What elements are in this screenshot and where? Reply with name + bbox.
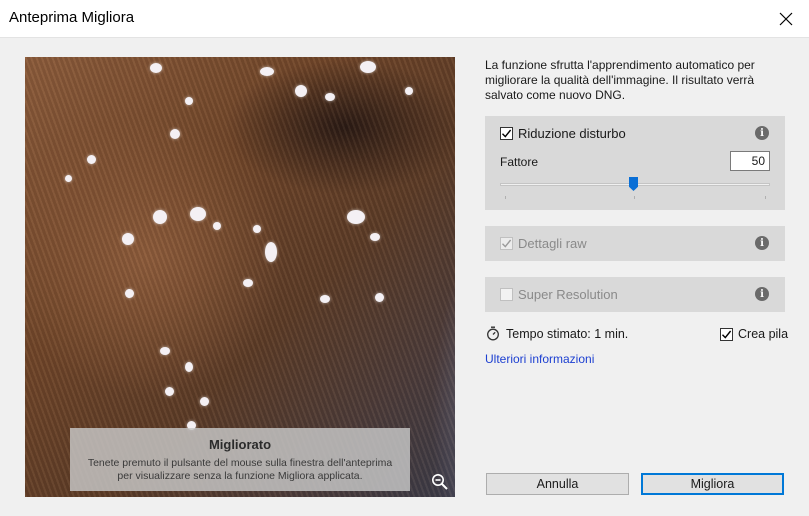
snowflake: [125, 289, 134, 298]
snowflake: [360, 61, 376, 73]
snowflake: [320, 295, 330, 303]
create-stack-label: Crea pila: [738, 327, 789, 341]
snowflake: [150, 63, 162, 73]
info-icon[interactable]: i: [755, 236, 769, 250]
info-icon[interactable]: i: [755, 287, 769, 301]
factor-input[interactable]: 50: [730, 151, 770, 171]
snowflake: [160, 347, 170, 355]
title-bar: Anteprima Migliora: [0, 0, 809, 38]
raw-details-panel: Dettagli raw i: [485, 226, 785, 261]
overlay-hint-line-1: Tenete premuto il pulsante del mouse sul…: [87, 457, 393, 469]
overlay-title: Migliorato: [208, 437, 272, 452]
snowflake: [253, 225, 261, 233]
snowflake: [153, 210, 167, 224]
zoom-out-icon: [432, 474, 448, 490]
snowflake: [200, 397, 209, 406]
super-resolution-checkbox[interactable]: [500, 288, 513, 301]
raw-details-checkbox: [500, 237, 513, 250]
snowflake: [260, 67, 274, 76]
raw-details-label: Dettagli raw: [518, 236, 587, 251]
raw-details-checkbox-row: Dettagli raw: [500, 236, 587, 251]
enhanced-overlay: Migliorato Tenete premuto il pulsante de…: [70, 428, 410, 491]
noise-reduction-checkbox[interactable]: [500, 127, 513, 140]
super-resolution-label: Super Resolution: [518, 287, 618, 302]
estimated-time: Tempo stimato: 1 min.: [486, 326, 628, 341]
stopwatch-icon: [487, 326, 499, 341]
factor-slider-thumb[interactable]: [629, 177, 638, 191]
snowflake: [190, 207, 206, 221]
zoom-out-button[interactable]: [431, 473, 449, 491]
noise-reduction-label: Riduzione disturbo: [518, 126, 626, 141]
snowflake: [87, 155, 96, 164]
snowflake: [213, 222, 221, 230]
snowflake: [347, 210, 365, 224]
slider-tick: [634, 196, 635, 199]
snowflake: [170, 129, 180, 139]
noise-reduction-checkbox-row[interactable]: Riduzione disturbo: [500, 126, 626, 141]
checkmark-icon: [722, 330, 732, 339]
checkmark-icon: [502, 239, 512, 248]
enhance-button[interactable]: Migliora: [641, 473, 784, 495]
checkmark-icon: [502, 129, 512, 138]
snowflake: [405, 87, 413, 95]
close-button[interactable]: [763, 0, 809, 37]
estimated-time-label: Tempo stimato: 1 min.: [506, 326, 629, 341]
more-info-link[interactable]: Ulteriori informazioni: [485, 352, 594, 366]
snowflake: [185, 97, 193, 105]
snowflake: [185, 362, 193, 372]
snowflake: [295, 85, 307, 97]
snowflake: [122, 233, 134, 245]
feature-description: La funzione sfrutta l'apprendimento auto…: [485, 58, 755, 102]
snowflake: [370, 233, 380, 241]
snowflake: [375, 293, 384, 302]
slider-tick: [765, 196, 766, 199]
slider-tick: [505, 196, 506, 199]
snowflake: [243, 279, 253, 287]
super-resolution-checkbox-row[interactable]: Super Resolution: [500, 287, 618, 302]
factor-label: Fattore: [500, 155, 539, 169]
create-stack-checkbox[interactable]: [720, 327, 733, 341]
snowflake: [325, 93, 335, 101]
cancel-button[interactable]: Annulla: [486, 473, 629, 495]
snowflake: [165, 387, 174, 396]
window-title: Anteprima Migliora: [9, 9, 135, 26]
info-icon[interactable]: i: [755, 126, 769, 140]
snowflake: [265, 242, 277, 262]
overlay-hint: Tenete premuto il pulsante del mouse sul…: [70, 457, 410, 483]
close-icon: [779, 12, 793, 25]
overlay-hint-line-2: per visualizzare senza la funzione Migli…: [117, 470, 363, 482]
super-resolution-panel: Super Resolution i: [485, 277, 785, 312]
create-stack-row[interactable]: Crea pila: [720, 327, 788, 341]
snowflake: [65, 175, 72, 182]
noise-reduction-panel: Riduzione disturbo i Fattore 50: [485, 116, 785, 210]
